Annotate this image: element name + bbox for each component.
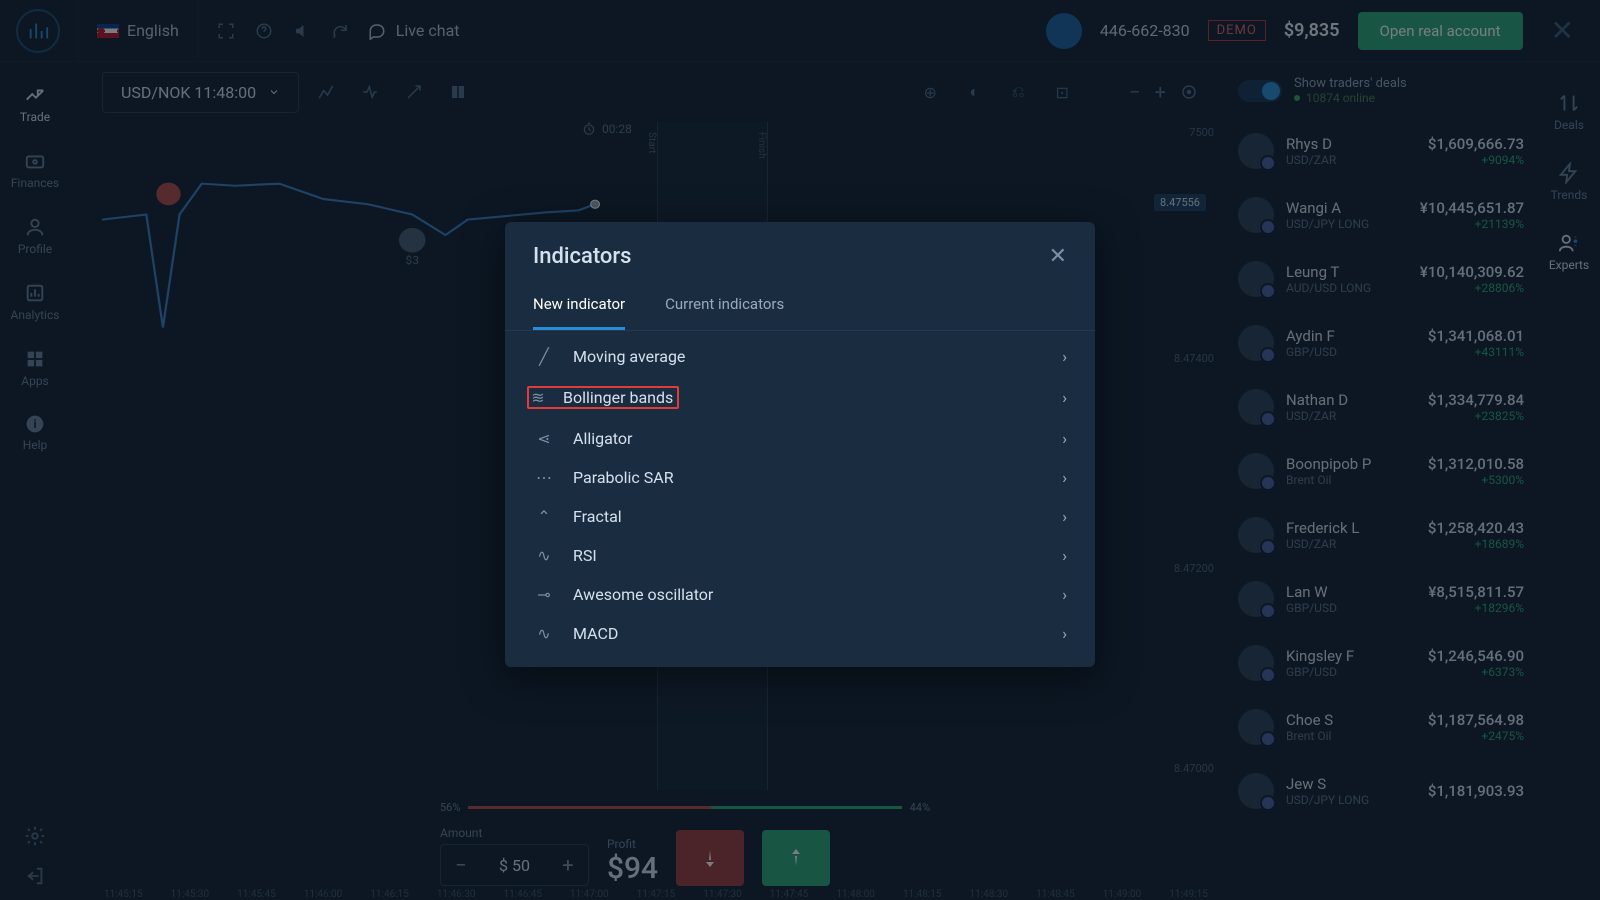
indicator-icon: ≋	[527, 388, 549, 407]
indicator-label: MACD	[573, 624, 618, 643]
chevron-right-icon: ›	[1062, 429, 1067, 448]
indicator-list: ╱ Moving average ›≋ Bollinger bands ›⋖ A…	[505, 331, 1095, 667]
indicator-icon: ⌃	[533, 507, 555, 526]
modal-title: Indicators	[533, 244, 631, 269]
indicator-item[interactable]: ≋ Bollinger bands ›	[505, 376, 1095, 419]
chevron-right-icon: ›	[1062, 347, 1067, 366]
indicator-icon: ∿	[533, 624, 555, 643]
chevron-right-icon: ›	[1062, 546, 1067, 565]
tab-new-indicator[interactable]: New indicator	[533, 285, 625, 330]
indicator-label: Moving average	[573, 347, 685, 366]
chevron-right-icon: ›	[1062, 585, 1067, 604]
indicator-icon: ⋯	[533, 468, 555, 487]
indicator-item[interactable]: ╱ Moving average ›	[505, 337, 1095, 376]
indicators-modal: Indicators ✕ New indicator Current indic…	[505, 222, 1095, 667]
indicator-label: Awesome oscillator	[573, 585, 713, 604]
indicator-item[interactable]: ∿ MACD ›	[505, 614, 1095, 653]
indicator-item[interactable]: ⊸ Awesome oscillator ›	[505, 575, 1095, 614]
chevron-right-icon: ›	[1062, 388, 1067, 407]
modal-close-button[interactable]: ✕	[1049, 244, 1067, 269]
indicator-item[interactable]: ⋯ Parabolic SAR ›	[505, 458, 1095, 497]
chevron-right-icon: ›	[1062, 624, 1067, 643]
indicator-label: Bollinger bands	[563, 388, 673, 407]
indicator-icon: ∿	[533, 546, 555, 565]
indicator-label: Parabolic SAR	[573, 468, 674, 487]
tab-current-indicators[interactable]: Current indicators	[665, 285, 784, 330]
indicator-icon: ⊸	[533, 585, 555, 604]
chevron-right-icon: ›	[1062, 507, 1067, 526]
chevron-right-icon: ›	[1062, 468, 1067, 487]
indicator-item[interactable]: ∿ RSI ›	[505, 536, 1095, 575]
indicator-icon: ╱	[533, 347, 555, 366]
indicator-icon: ⋖	[533, 429, 555, 448]
indicator-item[interactable]: ⋖ Alligator ›	[505, 419, 1095, 458]
indicator-item[interactable]: ⌃ Fractal ›	[505, 497, 1095, 536]
indicator-label: RSI	[573, 546, 597, 565]
indicator-label: Fractal	[573, 507, 622, 526]
indicator-label: Alligator	[573, 429, 632, 448]
